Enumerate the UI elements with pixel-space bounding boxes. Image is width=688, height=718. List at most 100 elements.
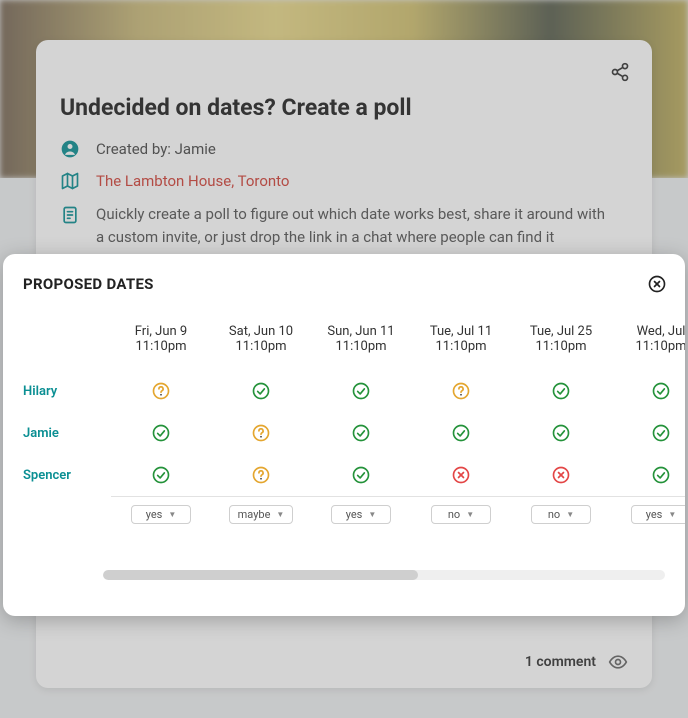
- column-date: Wed, Jul: [615, 324, 685, 339]
- description-row: Quickly create a poll to figure out whic…: [60, 203, 628, 248]
- yes-icon: [351, 381, 371, 401]
- description-text: Quickly create a poll to figure out whic…: [96, 203, 616, 248]
- share-button[interactable]: [610, 62, 630, 82]
- chevron-down-icon: ▼: [368, 510, 376, 519]
- horizontal-scrollbar[interactable]: [103, 570, 665, 580]
- location-row[interactable]: The Lambton House, Toronto: [60, 171, 628, 191]
- vote-cell: [111, 412, 211, 454]
- maybe-icon: [251, 465, 271, 485]
- column-time: 11:10pm: [215, 339, 307, 354]
- yes-icon: [151, 465, 171, 485]
- vote-select[interactable]: no ▼: [431, 505, 491, 524]
- modal-title: PROPOSED DATES: [23, 275, 154, 293]
- vote-select-value: no: [548, 508, 560, 521]
- vote-cell: [411, 412, 511, 454]
- proposed-dates-modal: PROPOSED DATES Fri, Jun 911:10pmSat, Jun…: [3, 254, 685, 616]
- column-header: Sat, Jun 1011:10pm: [211, 304, 311, 370]
- column-time: 11:10pm: [515, 339, 607, 354]
- your-vote-cell: maybe ▼: [211, 497, 311, 543]
- chevron-down-icon: ▼: [566, 510, 574, 519]
- column-date: Tue, Jul 11: [415, 324, 507, 339]
- yes-icon: [151, 423, 171, 443]
- column-date: Sun, Jun 11: [315, 324, 407, 339]
- column-date: Tue, Jul 25: [515, 324, 607, 339]
- column-header: Sun, Jun 1111:10pm: [311, 304, 411, 370]
- share-icon: [610, 62, 630, 82]
- vote-cell: [211, 454, 311, 496]
- person-icon: [60, 139, 80, 159]
- yes-icon: [651, 381, 671, 401]
- chevron-down-icon: ▼: [668, 510, 676, 519]
- yes-icon: [351, 423, 371, 443]
- vote-select-value: yes: [146, 508, 163, 521]
- vote-cell: [311, 370, 411, 412]
- vote-select[interactable]: yes ▼: [631, 505, 685, 524]
- table-corner: [23, 304, 111, 370]
- column-date: Fri, Jun 9: [115, 324, 207, 339]
- yes-icon: [651, 423, 671, 443]
- column-time: 11:10pm: [615, 339, 685, 354]
- vote-cell: [411, 370, 511, 412]
- participant-name: Jamie: [23, 412, 111, 454]
- vote-select[interactable]: no ▼: [531, 505, 591, 524]
- chevron-down-icon: ▼: [168, 510, 176, 519]
- card-title: Undecided on dates? Create a poll: [60, 94, 628, 121]
- comment-count: 1 comment: [525, 654, 596, 670]
- vote-select-value: no: [448, 508, 460, 521]
- vote-select[interactable]: yes ▼: [131, 505, 191, 524]
- yes-icon: [451, 423, 471, 443]
- vote-cell: [511, 370, 611, 412]
- eye-icon: [608, 652, 628, 672]
- vote-cell: [611, 370, 685, 412]
- your-vote-cell: yes ▼: [111, 497, 211, 543]
- participant-name: Spencer: [23, 454, 111, 496]
- yes-icon: [551, 423, 571, 443]
- vote-select-value: yes: [646, 508, 663, 521]
- column-header: Tue, Jul 1111:10pm: [411, 304, 511, 370]
- map-icon: [60, 171, 80, 191]
- column-header: Tue, Jul 2511:10pm: [511, 304, 611, 370]
- vote-cell: [111, 370, 211, 412]
- vote-cell: [511, 454, 611, 496]
- created-by-row: Created by: Jamie: [60, 139, 628, 159]
- created-by-label: Created by: Jamie: [96, 140, 216, 158]
- column-time: 11:10pm: [315, 339, 407, 354]
- location-link[interactable]: The Lambton House, Toronto: [96, 172, 290, 190]
- yes-icon: [351, 465, 371, 485]
- your-vote-cell: no ▼: [411, 497, 511, 543]
- chevron-down-icon: ▼: [276, 510, 284, 519]
- vote-cell: [311, 454, 411, 496]
- your-vote-cell: yes ▼: [611, 497, 685, 543]
- no-icon: [551, 465, 571, 485]
- vote-select-value: yes: [346, 508, 363, 521]
- vote-cell: [111, 454, 211, 496]
- vote-select-value: maybe: [238, 508, 271, 521]
- participant-name: Hilary: [23, 370, 111, 412]
- your-vote-cell: no ▼: [511, 497, 611, 543]
- column-header: Wed, Jul11:10pm: [611, 304, 685, 370]
- vote-select[interactable]: yes ▼: [331, 505, 391, 524]
- vote-cell: [611, 454, 685, 496]
- chevron-down-icon: ▼: [466, 510, 474, 519]
- close-icon: [647, 274, 667, 294]
- close-button[interactable]: [647, 274, 667, 294]
- vote-cell: [211, 370, 311, 412]
- maybe-icon: [451, 381, 471, 401]
- column-time: 11:10pm: [115, 339, 207, 354]
- your-vote-cell: yes ▼: [311, 497, 411, 543]
- vote-select[interactable]: maybe ▼: [229, 505, 294, 524]
- maybe-icon: [251, 423, 271, 443]
- comments-bar[interactable]: 1 comment: [525, 652, 628, 672]
- vote-cell: [611, 412, 685, 454]
- column-header: Fri, Jun 911:10pm: [111, 304, 211, 370]
- vote-cell: [411, 454, 511, 496]
- vote-cell: [211, 412, 311, 454]
- column-date: Sat, Jun 10: [215, 324, 307, 339]
- vote-cell: [311, 412, 411, 454]
- vote-cell: [511, 412, 611, 454]
- yes-icon: [251, 381, 271, 401]
- column-time: 11:10pm: [415, 339, 507, 354]
- yes-icon: [651, 465, 671, 485]
- note-icon: [60, 205, 80, 225]
- no-icon: [451, 465, 471, 485]
